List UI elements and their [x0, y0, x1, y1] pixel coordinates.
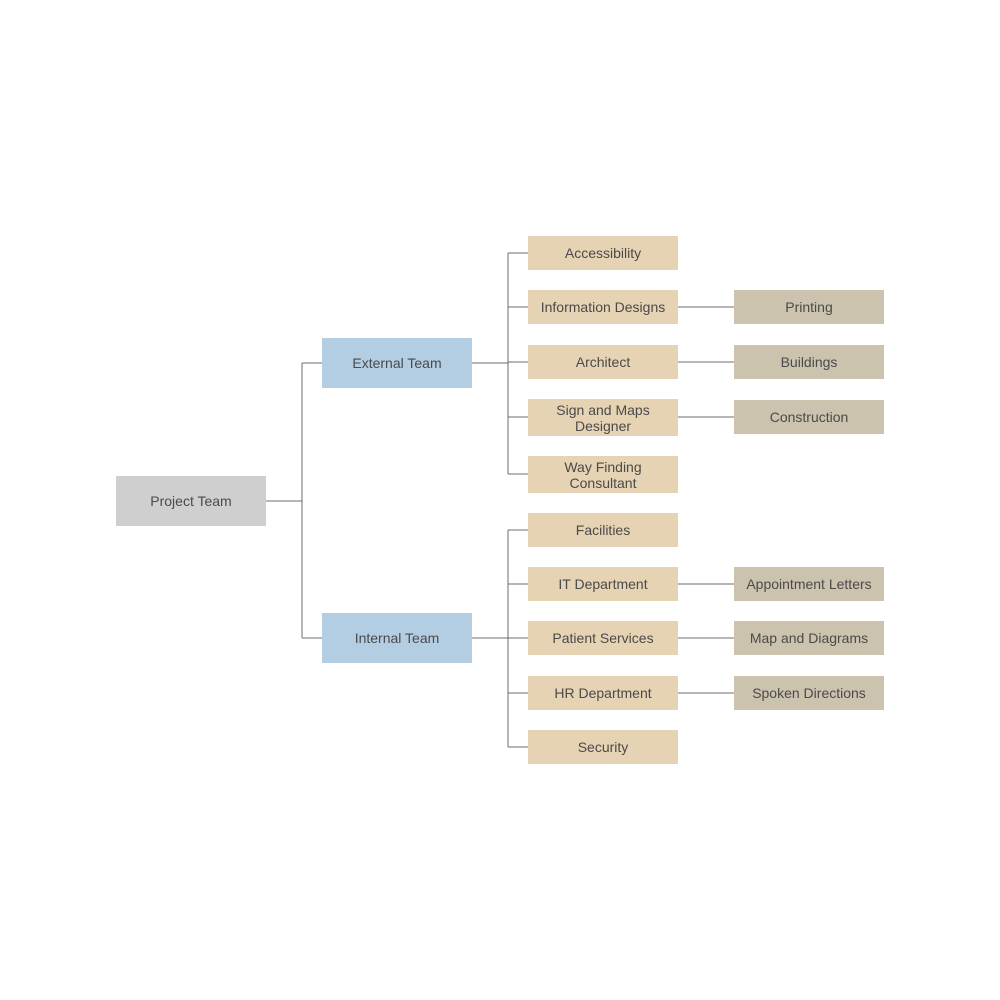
- node-map-and-diagrams[interactable]: Map and Diagrams: [734, 621, 884, 655]
- node-label: Construction: [769, 409, 849, 425]
- node-patient-services[interactable]: Patient Services: [528, 621, 678, 655]
- node-printing[interactable]: Printing: [734, 290, 884, 324]
- node-label: Patient Services: [552, 630, 654, 646]
- node-label: Security: [577, 739, 629, 755]
- node-label: Spoken Directions: [752, 685, 866, 701]
- node-accessibility[interactable]: Accessibility: [528, 236, 678, 270]
- node-hr-department[interactable]: HR Department: [528, 676, 678, 710]
- node-label: Architect: [575, 354, 631, 370]
- node-label: Project Team: [150, 493, 232, 509]
- node-project-team[interactable]: Project Team: [116, 476, 266, 526]
- node-appointment-letters[interactable]: Appointment Letters: [734, 567, 884, 601]
- node-label: Facilities: [575, 522, 631, 538]
- node-label: Accessibility: [564, 245, 642, 261]
- node-label: External Team: [352, 355, 442, 371]
- node-facilities[interactable]: Facilities: [528, 513, 678, 547]
- node-label: Printing: [785, 299, 833, 315]
- node-label: Map and Diagrams: [749, 630, 869, 646]
- node-external-team[interactable]: External Team: [322, 338, 472, 388]
- node-label: Way Finding Consultant: [564, 458, 642, 491]
- node-information-designs[interactable]: Information Designs: [528, 290, 678, 324]
- node-label: IT Department: [558, 576, 648, 592]
- node-label: HR Department: [554, 685, 652, 701]
- node-label: Information Designs: [540, 299, 666, 315]
- node-architect[interactable]: Architect: [528, 345, 678, 379]
- node-buildings[interactable]: Buildings: [734, 345, 884, 379]
- node-way-finding-consultant[interactable]: Way Finding Consultant: [528, 456, 678, 493]
- node-label: Buildings: [780, 354, 838, 370]
- node-it-department[interactable]: IT Department: [528, 567, 678, 601]
- node-label: Appointment Letters: [746, 576, 872, 592]
- node-label: Sign and Maps Designer: [556, 401, 650, 434]
- node-sign-and-maps-designer[interactable]: Sign and Maps Designer: [528, 399, 678, 436]
- node-internal-team[interactable]: Internal Team: [322, 613, 472, 663]
- node-security[interactable]: Security: [528, 730, 678, 764]
- node-spoken-directions[interactable]: Spoken Directions: [734, 676, 884, 710]
- node-label: Internal Team: [354, 630, 440, 646]
- node-construction[interactable]: Construction: [734, 400, 884, 434]
